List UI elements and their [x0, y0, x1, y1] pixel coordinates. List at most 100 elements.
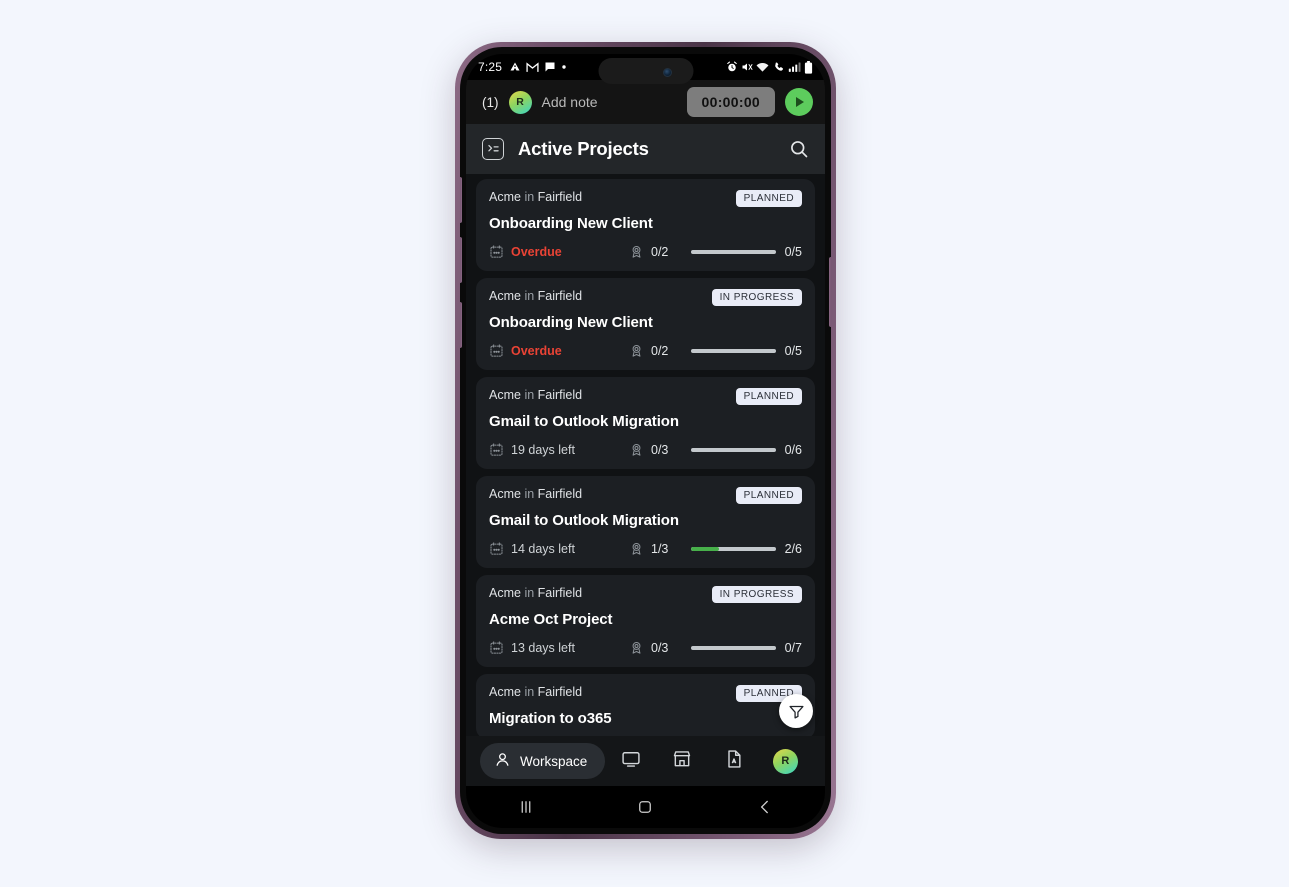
- card-meta: 14 days left 1/3 2/6: [489, 541, 802, 556]
- note-timer-bar: (1) R Add note 00:00:00: [466, 80, 825, 124]
- status-time: 7:25: [478, 60, 503, 74]
- card-org-name: Acme: [489, 190, 521, 204]
- card-progress: 0/5: [691, 344, 802, 358]
- project-card[interactable]: Acme in Fairfield IN PROGRESS Onboarding N…: [476, 278, 815, 370]
- nav-item-monitor[interactable]: [605, 749, 656, 774]
- project-card[interactable]: Acme in Fairfield PLANNED Gmail to Outlook…: [476, 377, 815, 469]
- card-org-name: Acme: [489, 586, 521, 600]
- volume-up-button[interactable]: [460, 177, 462, 223]
- project-card[interactable]: Acme in Fairfield PLANNED Onboarding New C…: [476, 179, 815, 271]
- power-button[interactable]: [829, 257, 831, 327]
- progress-text: 0/5: [784, 343, 802, 358]
- people-badge-icon: [629, 541, 644, 556]
- card-progress: 2/6: [691, 542, 802, 556]
- card-location: Fairfield: [537, 487, 583, 501]
- card-meta: Overdue 0/2 0/5: [489, 244, 802, 259]
- app-header: Active Projects: [466, 124, 825, 174]
- card-people: 0/2: [629, 244, 691, 259]
- message-icon: [544, 61, 556, 73]
- project-list[interactable]: Acme in Fairfield PLANNED Onboarding New C…: [466, 174, 825, 736]
- due-date-text: 14 days left: [511, 541, 575, 556]
- gmail-icon: [526, 61, 539, 73]
- card-title: Onboarding New Client: [489, 215, 653, 232]
- nav-item-store[interactable]: [657, 749, 708, 774]
- play-icon[interactable]: [785, 88, 813, 116]
- document-icon: [724, 749, 744, 774]
- card-due-date: 19 days left: [489, 442, 629, 457]
- card-header: Acme in Fairfield PLANNED: [489, 388, 802, 405]
- status-badge: PLANNED: [735, 487, 802, 504]
- status-badge: PLANNED: [735, 190, 802, 207]
- note-count: (1): [482, 94, 499, 110]
- nav-item-document[interactable]: [708, 749, 759, 774]
- recents-icon[interactable]: [491, 798, 561, 816]
- project-card[interactable]: Acme in Fairfield PLANNED Migration to o36…: [476, 674, 815, 736]
- card-title: Migration to o365: [489, 710, 612, 727]
- card-org-name: Acme: [489, 685, 521, 699]
- nav-item-avatar[interactable]: R: [760, 748, 811, 774]
- card-header: Acme in Fairfield PLANNED: [489, 487, 802, 504]
- due-date-text: Overdue: [511, 343, 562, 358]
- progress-bar: [691, 249, 776, 254]
- card-people: 0/2: [629, 343, 691, 358]
- battery-icon: [804, 60, 813, 74]
- calendar-icon: [489, 640, 504, 655]
- filter-icon[interactable]: [779, 694, 813, 728]
- home-icon[interactable]: [610, 798, 680, 816]
- card-header: Acme in Fairfield PLANNED: [489, 685, 802, 702]
- card-title: Acme Oct Project: [489, 611, 613, 628]
- card-meta: 13 days left 0/3 0/7: [489, 640, 802, 655]
- volume-down-button[interactable]: [460, 237, 462, 283]
- card-title: Gmail to Outlook Migration: [489, 512, 679, 529]
- calendar-icon: [489, 343, 504, 358]
- card-meta: 19 days left 0/3 0/6: [489, 442, 802, 457]
- card-progress: 0/7: [691, 641, 802, 655]
- progress-text: 2/6: [784, 541, 802, 556]
- progress-text: 0/7: [784, 640, 802, 655]
- nav-item-workspace[interactable]: Workspace: [480, 743, 606, 779]
- card-location: Fairfield: [537, 388, 583, 402]
- back-icon[interactable]: [730, 798, 800, 816]
- people-count: 0/3: [651, 442, 669, 457]
- card-due-date: 14 days left: [489, 541, 629, 556]
- people-badge-icon: [629, 640, 644, 655]
- card-org: Acme in Fairfield: [489, 289, 582, 303]
- calendar-icon: [489, 244, 504, 259]
- card-due-date: 13 days left: [489, 640, 629, 655]
- card-org-connector: in: [524, 190, 535, 204]
- card-org-connector: in: [524, 388, 535, 402]
- card-people: 0/3: [629, 442, 691, 457]
- nav-workspace-label: Workspace: [520, 753, 588, 769]
- status-bar: 7:25: [466, 54, 825, 84]
- due-date-text: Overdue: [511, 244, 562, 259]
- project-card[interactable]: Acme in Fairfield PLANNED Gmail to Outlook…: [476, 476, 815, 568]
- card-org-name: Acme: [489, 487, 521, 501]
- people-badge-icon: [629, 343, 644, 358]
- status-bar-right: [726, 60, 813, 74]
- progress-bar: [691, 546, 776, 551]
- card-due-date: Overdue: [489, 343, 629, 358]
- card-org-connector: in: [524, 685, 535, 699]
- card-title: Onboarding New Client: [489, 314, 653, 331]
- card-location: Fairfield: [537, 289, 583, 303]
- assistant-button[interactable]: [460, 302, 462, 348]
- calendar-icon: [489, 541, 504, 556]
- status-badge: IN PROGRESS: [711, 289, 802, 306]
- status-badge: IN PROGRESS: [711, 586, 802, 603]
- store-icon: [672, 749, 692, 774]
- card-org: Acme in Fairfield: [489, 388, 582, 402]
- card-meta: Overdue 0/2 0/5: [489, 343, 802, 358]
- front-camera: [662, 68, 672, 77]
- vibrate-call-icon: [772, 61, 785, 73]
- note-avatar[interactable]: R: [508, 90, 532, 114]
- card-header: Acme in Fairfield PLANNED: [489, 190, 802, 207]
- project-card[interactable]: Acme in Fairfield IN PROGRESS Acme Oct Pro…: [476, 575, 815, 667]
- dot-icon: [561, 64, 567, 70]
- search-icon[interactable]: [789, 139, 809, 159]
- progress-bar: [691, 645, 776, 650]
- phone-screen: 7:25 (1) R Add note 00:00:00 Active Proj…: [466, 54, 825, 828]
- card-org-name: Acme: [489, 289, 521, 303]
- timer-display[interactable]: 00:00:00: [686, 87, 775, 117]
- card-due-date: Overdue: [489, 244, 629, 259]
- add-note-input[interactable]: Add note: [542, 94, 598, 110]
